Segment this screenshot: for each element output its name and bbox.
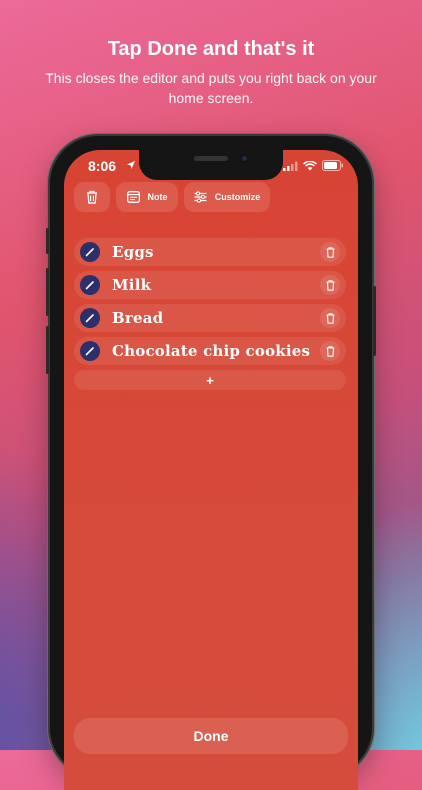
delete-list-button[interactable]	[74, 182, 110, 212]
edit-item-button[interactable]	[80, 242, 100, 262]
edit-item-button[interactable]	[80, 341, 100, 361]
trash-icon	[87, 190, 97, 204]
status-icons	[283, 160, 344, 171]
list-item-label[interactable]: Chocolate chip cookies	[112, 342, 310, 360]
list-item-label[interactable]: Bread	[112, 309, 163, 327]
promo-title: Tap Done and that's it	[107, 38, 315, 60]
list-item-label[interactable]: Eggs	[112, 243, 154, 261]
signal-icon	[283, 161, 298, 171]
pencil-icon	[85, 281, 94, 290]
pencil-icon	[85, 347, 94, 356]
list-item[interactable]: Chocolate chip cookies	[74, 337, 346, 365]
customize-button[interactable]: Customize	[184, 182, 270, 212]
phone-side-button	[373, 286, 376, 356]
phone-side-button	[46, 268, 49, 316]
note-icon	[126, 191, 140, 203]
list-item[interactable]: Bread	[74, 304, 346, 332]
trash-icon	[326, 279, 334, 291]
phone-side-button	[46, 228, 49, 254]
phone-frame: 8:06 Note Customize Eggs Milk Bread Choc…	[46, 136, 376, 790]
delete-item-button[interactable]	[320, 341, 340, 361]
phone-screen: 8:06 Note Customize Eggs Milk Bread Choc…	[64, 150, 358, 790]
promo-subtitle: This closes the editor and puts you righ…	[45, 70, 377, 106]
sliders-icon	[194, 191, 207, 203]
notch	[139, 150, 283, 180]
pencil-icon	[85, 248, 94, 257]
customize-label: Customize	[214, 192, 261, 202]
note-button[interactable]: Note	[116, 182, 178, 212]
delete-item-button[interactable]	[320, 308, 340, 328]
add-item-button[interactable]: +	[74, 370, 346, 390]
battery-icon	[322, 160, 343, 171]
delete-item-button[interactable]	[320, 275, 340, 295]
editor-toolbar: Note Customize	[74, 182, 270, 212]
wifi-icon	[303, 160, 317, 170]
trash-icon	[326, 345, 334, 357]
delete-item-button[interactable]	[320, 242, 340, 262]
location-arrow-icon	[127, 161, 135, 169]
edit-item-button[interactable]	[80, 308, 100, 328]
list-item[interactable]: Milk	[74, 271, 346, 299]
done-button[interactable]: Done	[74, 718, 348, 754]
shopping-list: Eggs Milk Bread Chocolate chip cookies +	[74, 238, 346, 390]
list-item-label[interactable]: Milk	[112, 276, 151, 294]
edit-item-button[interactable]	[80, 275, 100, 295]
phone-side-button	[46, 326, 49, 374]
speaker	[194, 156, 228, 161]
trash-icon	[326, 246, 334, 258]
note-label: Note	[147, 192, 168, 202]
pencil-icon	[85, 314, 94, 323]
trash-icon	[326, 312, 334, 324]
camera	[240, 154, 249, 163]
list-item[interactable]: Eggs	[74, 238, 346, 266]
status-time: 8:06	[88, 158, 117, 174]
